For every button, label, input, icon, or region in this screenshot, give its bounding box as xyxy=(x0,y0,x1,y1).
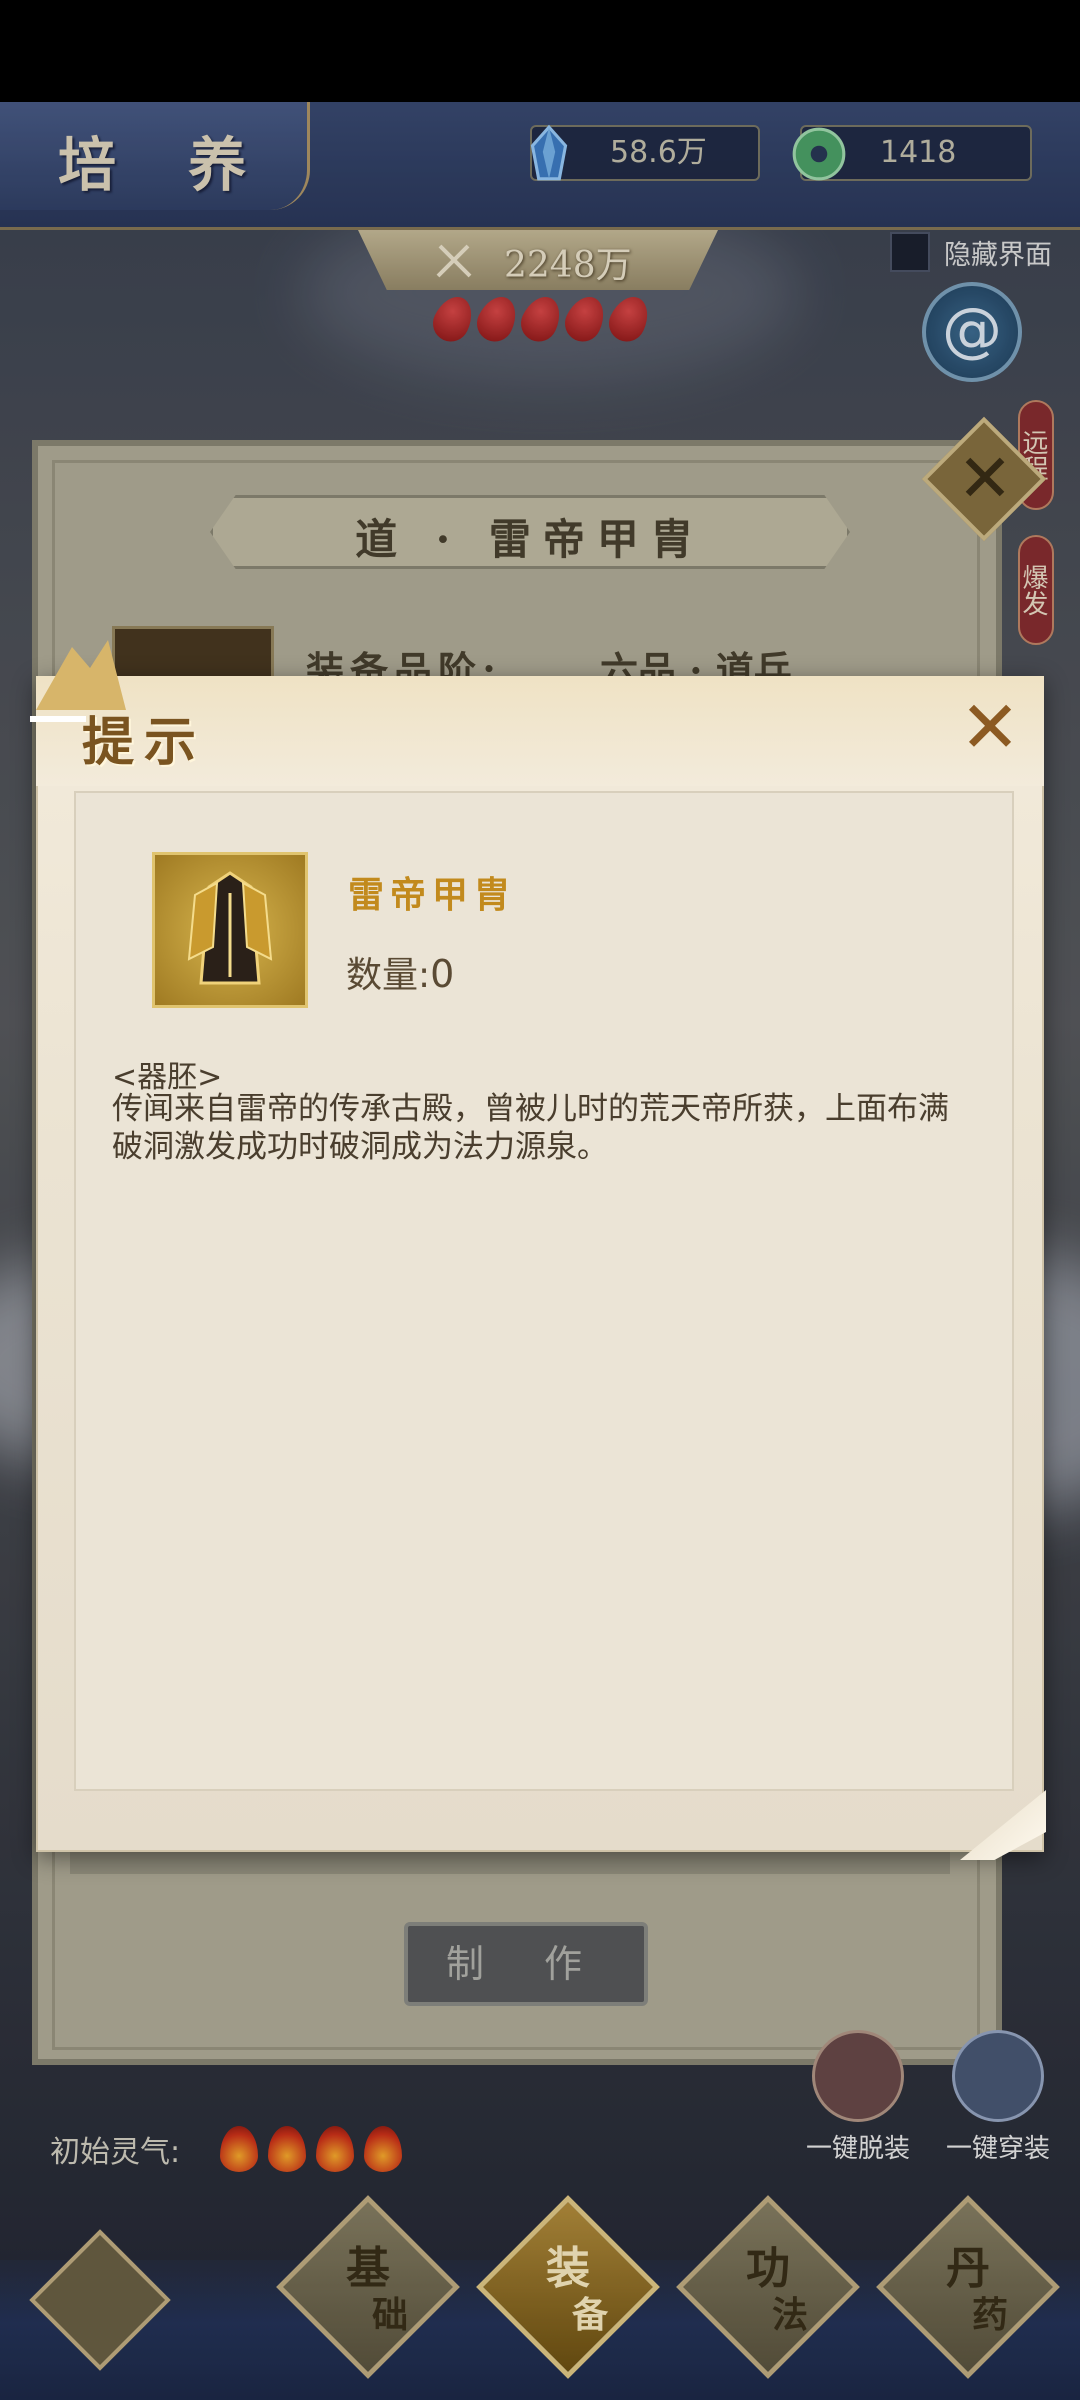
armor-icon xyxy=(187,871,273,985)
item-description: 传闻来自雷帝的传承古殿，曾被儿时的荒天帝所获，上面布满破洞激发成功时破洞成为法力… xyxy=(112,1091,949,1165)
quantity-label: 数量: xyxy=(346,955,431,996)
quantity-value: 0 xyxy=(430,952,455,996)
item-name: 雷帝甲胄 xyxy=(348,874,517,916)
status-bar xyxy=(0,0,1080,102)
title-dash xyxy=(30,716,86,722)
close-icon: ✕ xyxy=(959,685,1021,769)
dialog-title: 提示 xyxy=(82,712,207,773)
item-quantity: 数量:0 xyxy=(346,946,454,998)
item-icon-frame xyxy=(152,852,308,1008)
dialog-close-button[interactable]: ✕ xyxy=(955,691,1025,763)
